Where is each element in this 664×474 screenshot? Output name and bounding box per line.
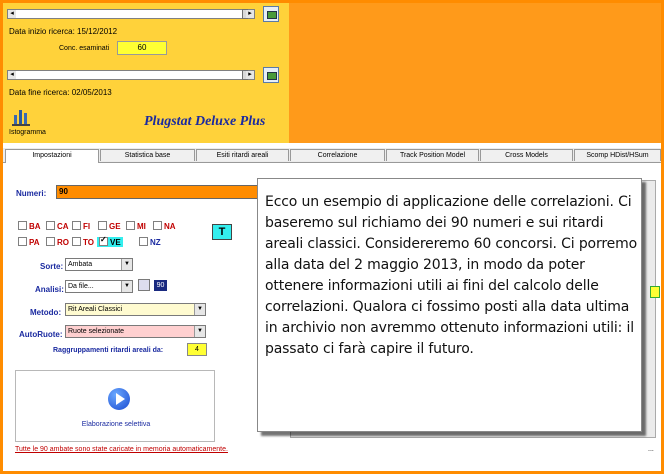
status-message: Tutte le 90 ambate sono state caricate i… [15, 446, 228, 453]
tab-cross-models[interactable]: Cross Models [480, 149, 573, 161]
concorsi-label: Conc. esaminati [59, 45, 110, 52]
ruota-nz[interactable]: NZ [139, 237, 161, 247]
ruota-na[interactable]: NA [153, 221, 176, 231]
calendar-icon[interactable] [263, 6, 279, 22]
ruota-ge[interactable]: GE [98, 221, 121, 231]
top-right-panel [289, 3, 661, 143]
checkbox-icon[interactable] [46, 221, 55, 230]
chevron-down-icon[interactable]: ▼ [121, 281, 132, 292]
concorsi-input[interactable]: 60 [117, 41, 167, 55]
slider-left-arrow-icon[interactable]: ◂ [8, 71, 16, 79]
brand-title: Plugstat Deluxe Plus [144, 114, 266, 129]
elaborazione-label: Elaborazione selettiva [81, 421, 151, 428]
open-file-icon[interactable] [138, 279, 150, 291]
ruota-mi[interactable]: MI [126, 221, 146, 231]
scroll-indicator [650, 286, 660, 298]
elaborazione-selettiva-button[interactable]: Elaborazione selettiva [15, 370, 215, 442]
checkbox-checked-icon[interactable] [99, 235, 108, 246]
checkbox-icon[interactable] [153, 221, 162, 230]
toggle-all-ruote-button[interactable]: T [212, 224, 232, 240]
start-date-slider[interactable]: ◂ ▸ [7, 9, 255, 19]
chevron-down-icon[interactable]: ▼ [121, 259, 132, 270]
slider-right-arrow-icon[interactable]: ▸ [246, 10, 254, 18]
analisi-label: Analisi: [35, 285, 64, 294]
tab-bar: Impostazioni Statistica base Esiti ritar… [3, 148, 661, 163]
tab-track-position-model[interactable]: Track Position Model [386, 149, 479, 161]
ruota-pa[interactable]: PA [18, 237, 40, 247]
ruota-fi[interactable]: FI [72, 221, 90, 231]
top-panel: ◂ ▸ Data inizio ricerca: 15/12/2012 Conc… [3, 3, 289, 143]
numeri-label: Numeri: [16, 189, 47, 198]
metodo-select[interactable]: Rit Areali Classici ▼ [65, 303, 206, 316]
checkbox-icon[interactable] [98, 221, 107, 230]
tab-scomp-hdist-hsum[interactable]: Scomp HDist/HSum [574, 149, 661, 161]
calendar-icon[interactable] [263, 67, 279, 83]
checkbox-icon[interactable] [18, 221, 27, 230]
sorte-select[interactable]: Ambata ▼ [65, 258, 133, 271]
checkbox-icon[interactable] [46, 237, 55, 246]
checkbox-icon[interactable] [18, 237, 27, 246]
end-date-slider[interactable]: ◂ ▸ [7, 70, 255, 80]
autoruote-label: AutoRuote: [19, 330, 63, 339]
ruota-to[interactable]: TO [72, 237, 94, 247]
raggruppamenti-label: Raggruppamenti ritardi areali da: [53, 347, 164, 354]
tab-statistica-base[interactable]: Statistica base [100, 149, 195, 161]
ruota-ve[interactable]: VE [97, 235, 123, 247]
sorte-label: Sorte: [40, 262, 64, 271]
slider-left-arrow-icon[interactable]: ◂ [8, 10, 16, 18]
tab-impostazioni[interactable]: Impostazioni [5, 149, 99, 163]
checkbox-icon[interactable] [72, 237, 81, 246]
chevron-down-icon[interactable]: ▼ [194, 304, 205, 315]
raggruppamenti-input[interactable]: 4 [187, 343, 207, 356]
analisi-count: 90 [154, 280, 167, 291]
data-fine-label: Data fine ricerca: 02/05/2013 [9, 88, 112, 97]
tab-correlazione[interactable]: Correlazione [290, 149, 385, 161]
istogramma-icon[interactable] [11, 107, 31, 127]
analisi-select[interactable]: Da file... ▼ [65, 280, 133, 293]
tutorial-callout: Ecco un esempio di applicazione delle co… [257, 178, 642, 432]
istogramma-label: Istogramma [9, 129, 46, 136]
checkbox-icon[interactable] [139, 237, 148, 246]
data-inizio-label: Data inizio ricerca: 15/12/2012 [9, 27, 118, 36]
callout-text: Ecco un esempio di applicazione delle co… [265, 194, 637, 357]
checkbox-icon[interactable] [72, 221, 81, 230]
checkbox-icon[interactable] [126, 221, 135, 230]
slider-right-arrow-icon[interactable]: ▸ [246, 71, 254, 79]
chevron-down-icon[interactable]: ▼ [194, 326, 205, 337]
metodo-label: Metodo: [30, 308, 62, 317]
ruota-ca[interactable]: CA [46, 221, 69, 231]
tab-esiti-ritardi-areali[interactable]: Esiti ritardi areali [196, 149, 289, 161]
ruota-ba[interactable]: BA [18, 221, 41, 231]
ruota-ro[interactable]: RO [46, 237, 69, 247]
numeri-input[interactable]: 90 [56, 185, 258, 199]
play-icon[interactable] [108, 388, 130, 410]
autoruote-select[interactable]: Ruote selezionate ▼ [65, 325, 206, 338]
ellipsis: ... [648, 446, 654, 453]
